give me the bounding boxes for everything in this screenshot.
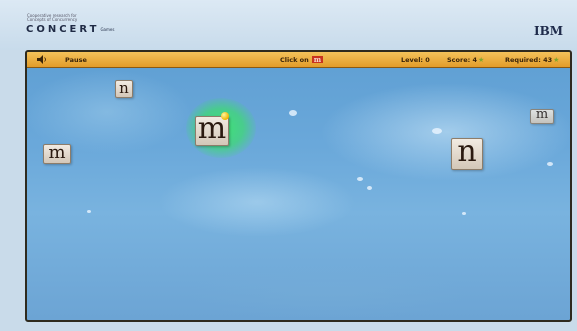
ice-speck (547, 162, 553, 166)
ice-speck (432, 128, 442, 134)
level-label: Level: (401, 56, 424, 64)
ice-speck (87, 210, 91, 213)
level-value: 0 (425, 56, 430, 64)
star-icon: ★ (553, 56, 560, 64)
target-letter: m (311, 55, 324, 64)
letter-tile[interactable]: n (451, 134, 483, 170)
ice-speck (462, 212, 466, 215)
tile-glyph: m (197, 111, 227, 146)
letter-tile[interactable]: m (43, 144, 71, 164)
instruction: Click on m (280, 55, 324, 64)
level-display: Level: 0 (401, 56, 430, 64)
site-header: Cooperative research for Concepts of Con… (0, 0, 577, 50)
score-value: 4 (472, 56, 478, 64)
tile-glyph: n (119, 79, 129, 97)
tile-glyph: m (48, 142, 66, 163)
letter-tile[interactable]: m (530, 107, 554, 124)
selection-marker (221, 112, 229, 120)
ice-speck (357, 177, 363, 181)
ice-speck (367, 186, 372, 190)
tile-glyph: n (457, 134, 477, 169)
required-display: Required: 43★ (505, 56, 559, 64)
status-bar: Pause Click on m Level: 0 Score: 4★ Requi… (27, 52, 570, 68)
score-display: Score: 4★ (447, 56, 484, 64)
required-value: 43 (543, 56, 553, 64)
required-label: Required: (505, 56, 541, 64)
brand-tagline: Cooperative research for Concepts of Con… (27, 13, 78, 22)
brand-sub: Games (100, 27, 115, 32)
speaker-icon[interactable] (37, 55, 47, 64)
letter-tile[interactable]: m (195, 111, 229, 146)
tile-glyph: m (535, 107, 549, 122)
game-canvas[interactable]: Pause Click on m Level: 0 Score: 4★ Requi… (25, 50, 572, 322)
score-label: Score: (447, 56, 471, 64)
ibm-logo: IBM (533, 24, 563, 38)
pause-button[interactable]: Pause (65, 56, 87, 64)
instruction-label: Click on (280, 56, 309, 64)
letter-tile[interactable]: n (115, 80, 133, 98)
brand-logo: CONCERTGames (26, 24, 114, 35)
brand-name: CONCERT (26, 24, 100, 35)
star-icon: ★ (478, 56, 485, 64)
ice-speck (289, 110, 297, 116)
